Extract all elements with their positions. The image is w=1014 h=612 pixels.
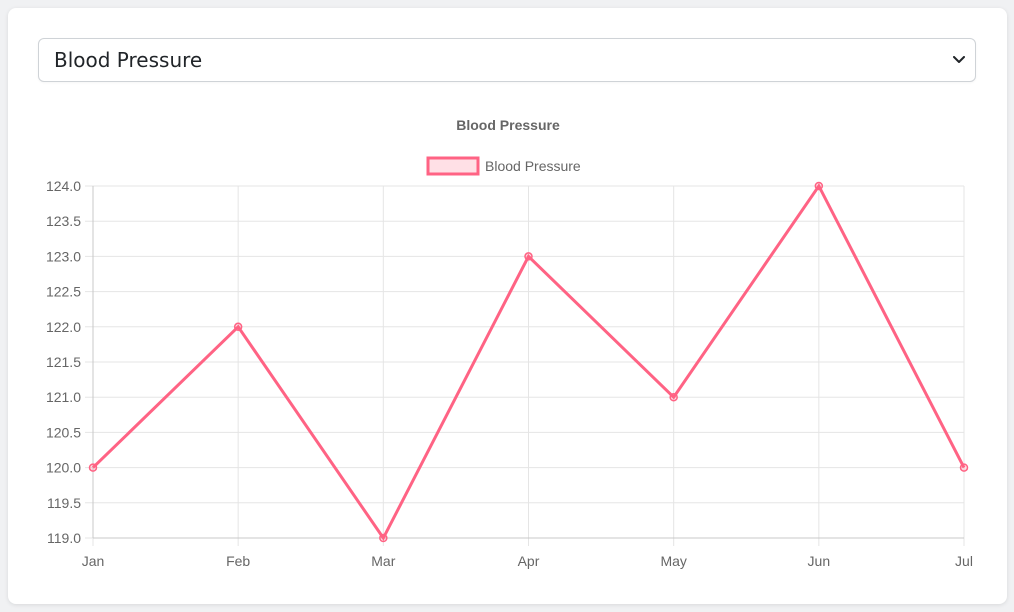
chart-title: Blood Pressure	[456, 117, 560, 133]
y-tick-label: 123.5	[46, 213, 81, 229]
y-tick-label: 120.5	[46, 424, 81, 440]
data-point[interactable]	[379, 533, 388, 543]
y-tick-label: 121.0	[46, 389, 81, 405]
chart-grid	[85, 185, 965, 546]
chart-legend[interactable]: Blood Pressure	[426, 156, 581, 176]
data-point[interactable]	[669, 392, 678, 402]
y-tick-label: 122.0	[46, 319, 81, 335]
y-tick-label: 124.0	[46, 178, 81, 194]
legend-label: Blood Pressure	[485, 158, 581, 174]
line-chart: Blood Pressure Blood Pressure 119.0 119.5…	[46, 117, 973, 569]
x-tick-label: Jun	[808, 553, 831, 569]
data-point[interactable]	[814, 181, 824, 191]
x-tick-label: Mar	[371, 553, 395, 569]
x-tick-label: Feb	[226, 553, 250, 569]
x-tick-label: Jan	[82, 553, 105, 569]
y-tick-label: 123.0	[46, 248, 81, 264]
y-tick-label: 120.0	[46, 460, 81, 476]
x-axis-ticks: Jan Feb Mar Apr May Jun Jul	[82, 553, 973, 569]
chart-card: Blood Pressure Blood Pressure Blood Pres…	[8, 8, 1007, 604]
y-tick-label: 122.5	[46, 284, 81, 300]
y-tick-label: 119.0	[47, 530, 81, 546]
y-axis-ticks: 119.0 119.5 120.0 120.5 121.0 121.5 122.0 122.5…	[46, 178, 81, 546]
y-tick-label: 119.5	[47, 495, 81, 511]
data-point[interactable]	[233, 322, 243, 332]
x-tick-label: May	[660, 553, 686, 569]
x-tick-label: Jul	[955, 553, 973, 569]
data-point[interactable]	[524, 252, 533, 261]
data-point[interactable]	[959, 463, 969, 472]
y-tick-label: 121.5	[46, 354, 81, 370]
x-tick-label: Apr	[518, 553, 540, 569]
data-point[interactable]	[88, 463, 98, 472]
legend-swatch	[426, 156, 480, 176]
